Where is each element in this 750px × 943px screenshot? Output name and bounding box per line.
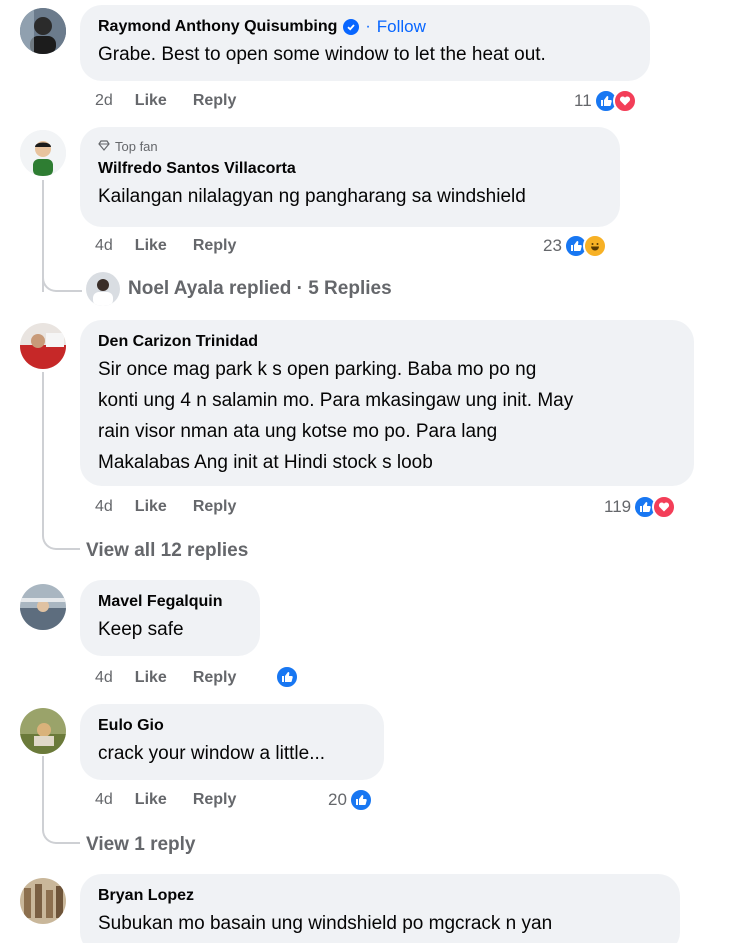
comment-actions: 2d Like Reply [95, 92, 262, 110]
reaction-summary[interactable]: 20 [328, 788, 373, 812]
comment-actions: 4d Like Reply [95, 498, 262, 516]
reaction-count: 11 [574, 91, 592, 110]
thread-line [42, 372, 44, 532]
like-button[interactable]: Like [135, 669, 167, 687]
thread-connector [42, 262, 82, 292]
thread-connector [42, 810, 80, 844]
reaction-count: 20 [328, 790, 347, 809]
avatar[interactable] [20, 708, 66, 754]
comment-text: Kailangan nilalagyan ng pangharang sa wi… [98, 186, 526, 207]
reaction-count: 23 [543, 236, 562, 255]
haha-reaction-icon [582, 234, 607, 258]
like-button[interactable]: Like [135, 237, 167, 255]
comment-time[interactable]: 2d [95, 92, 113, 110]
comment-actions: 4d Like Reply [95, 237, 262, 255]
comment-text: Grabe. Best to open some window to let t… [98, 44, 546, 65]
reply-button[interactable]: Reply [193, 92, 237, 110]
avatar[interactable] [20, 584, 66, 630]
author-name[interactable]: Eulo Gio [98, 716, 164, 736]
reply-button[interactable]: Reply [193, 498, 237, 516]
view-replies-link[interactable]: View all 12 replies [86, 540, 248, 562]
reply-button[interactable]: Reply [193, 237, 237, 255]
top-fan-badge: Top fan [98, 139, 602, 155]
follow-button[interactable]: Follow [377, 17, 426, 37]
diamond-icon [98, 139, 110, 155]
comment-text: Subukan mo basain ung windshield po mgcr… [98, 913, 553, 934]
verified-badge-icon [343, 19, 360, 35]
comment-text: Keep safe [98, 619, 184, 640]
reaction-summary[interactable]: 23 [543, 234, 607, 258]
view-replies-link[interactable]: View 1 reply [86, 834, 196, 856]
like-reaction-icon [348, 788, 373, 812]
avatar[interactable] [20, 8, 66, 54]
reaction-summary[interactable] [273, 665, 299, 689]
comment-bubble: Top fan Wilfredo Santos Villacorta Kaila… [80, 127, 620, 227]
author-name[interactable]: Wilfredo Santos Villacorta [98, 159, 296, 179]
comment-bubble: Raymond Anthony Quisumbing · Follow Grab… [80, 5, 650, 81]
comment-bubble: Eulo Gio crack your window a little... [80, 704, 384, 780]
comment-time[interactable]: 4d [95, 237, 113, 255]
comment-text: Sir once mag park k s open parking. Baba… [98, 359, 574, 473]
avatar[interactable] [20, 130, 66, 176]
love-reaction-icon [652, 495, 677, 519]
comment-time[interactable]: 4d [95, 498, 113, 516]
author-name[interactable]: Den Carizon Trinidad [98, 332, 258, 352]
like-reaction-icon [275, 665, 299, 689]
avatar[interactable] [20, 878, 66, 924]
comment-text: crack your window a little... [98, 743, 326, 764]
comment-time[interactable]: 4d [95, 791, 113, 809]
avatar[interactable] [20, 323, 66, 369]
reply-button[interactable]: Reply [193, 669, 237, 687]
reply-button[interactable]: Reply [193, 791, 237, 809]
author-name[interactable]: Bryan Lopez [98, 886, 194, 906]
view-replies-link[interactable]: Noel Ayala replied · 5 Replies [86, 272, 392, 306]
author-name[interactable]: Mavel Fegalquin [98, 592, 222, 612]
like-button[interactable]: Like [135, 791, 167, 809]
comment-actions: 4d Like Reply [95, 791, 262, 809]
like-button[interactable]: Like [135, 92, 167, 110]
comment-time[interactable]: 4d [95, 669, 113, 687]
author-name[interactable]: Raymond Anthony Quisumbing [98, 17, 337, 37]
comment-bubble: Bryan Lopez Subukan mo basain ung windsh… [80, 874, 680, 943]
comment-actions: 4d Like Reply [95, 669, 262, 687]
comment-bubble: Den Carizon Trinidad Sir once mag park k… [80, 320, 694, 486]
reaction-count: 119 [604, 497, 632, 516]
comment-bubble: Mavel Fegalquin Keep safe [80, 580, 260, 656]
reaction-summary[interactable]: 119 [604, 495, 677, 519]
separator-dot: · [365, 18, 371, 35]
thread-connector [42, 516, 80, 550]
like-button[interactable]: Like [135, 498, 167, 516]
reaction-summary[interactable]: 11 [574, 89, 637, 113]
replies-summary: Noel Ayala replied · 5 Replies [128, 278, 392, 299]
replier-avatar [86, 272, 120, 306]
love-reaction-icon [612, 89, 637, 113]
